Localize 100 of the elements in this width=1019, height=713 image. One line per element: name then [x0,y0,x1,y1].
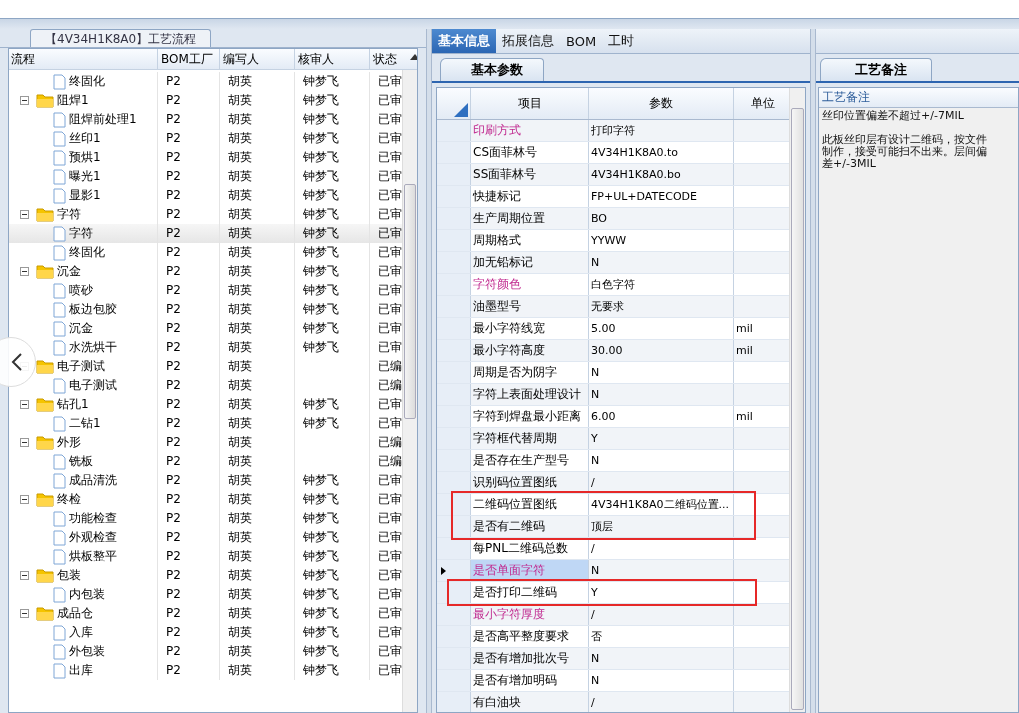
tree-item[interactable]: 外包装 [69,642,105,661]
tree-item[interactable]: 终检 [57,490,81,509]
table-row[interactable]: 是否有增加明码 N [437,670,790,692]
table-cell: 钟梦飞 [303,625,339,639]
tree-item[interactable]: 包装 [57,566,81,585]
table-row[interactable]: 印刷方式 打印字符 [437,120,790,142]
collapse-icon[interactable] [20,571,29,580]
tree-item[interactable]: 丝印1 [69,129,101,148]
tree-item[interactable]: 显影1 [69,186,101,205]
table-cell: 已编 [378,454,402,468]
table-row[interactable]: 每PNL二维码总数 / [437,538,790,560]
table-row[interactable]: 是否有增加批次号 N [437,648,790,670]
tree-item[interactable]: 喷砂 [69,281,93,300]
table-row[interactable]: 字符上表面处理设计 N [437,384,790,406]
column-header[interactable]: 状态 [369,49,406,69]
table-row[interactable]: 是否有二维码 顶层 [437,516,790,538]
tab[interactable]: 工时 [602,29,641,53]
tree-item[interactable]: 阻焊前处理1 [69,110,137,129]
tree-item[interactable]: 预烘1 [69,148,101,167]
collapse-icon[interactable] [20,210,29,219]
splitter[interactable] [426,29,432,713]
column-header[interactable]: BOM工厂 [157,49,219,69]
tree-item[interactable]: 电子测试 [57,357,105,376]
column-header[interactable]: 参数 [588,88,733,119]
tree-item[interactable]: 水洗烘干 [69,338,117,357]
table-row[interactable]: CS面菲林号 4V34H1K8A0.to [437,142,790,164]
table-cell: 胡英 [228,321,252,335]
table-cell: 胡英 [228,264,252,278]
tab[interactable]: 基本信息 [432,29,496,53]
scroll-up-icon[interactable] [410,54,418,60]
tree-item[interactable]: 铣板 [69,452,93,471]
tree-item[interactable]: 沉金 [69,319,93,338]
scrollbar[interactable] [789,88,805,712]
tab[interactable]: BOM [560,29,603,53]
column-header[interactable]: 项目 [470,88,588,119]
table-row[interactable]: 字符颜色 白色字符 [437,274,790,296]
collapse-icon[interactable] [20,438,29,447]
table-row[interactable]: 是否高平整度要求 否 [437,626,790,648]
row-header[interactable] [437,560,470,581]
table-row[interactable]: 最小字符厚度 / [437,604,790,626]
collapse-icon[interactable] [20,267,29,276]
panel-tab[interactable]: 工艺备注 [820,58,932,81]
tab[interactable]: 拓展信息 [496,29,560,53]
tree-item[interactable]: 外观检查 [69,528,117,547]
tree-item[interactable]: 入库 [69,623,93,642]
document-icon [53,130,66,147]
tree-item[interactable]: 字符 [57,205,81,224]
table-cell: P2 [166,112,181,126]
tree-item[interactable]: 成品清洗 [69,471,117,490]
table-row[interactable]: 加无铅标记 N [437,252,790,274]
column-header[interactable]: 工艺备注 [822,89,870,106]
tree-item[interactable]: 出库 [69,661,93,680]
chevron-left-icon [11,352,23,372]
tree-item[interactable]: 电子测试 [69,376,117,395]
table-row[interactable]: 有白油块 / [437,692,790,712]
collapse-icon[interactable] [20,495,29,504]
table-row[interactable]: 字符框代替周期 Y [437,428,790,450]
table-row[interactable]: 是否存在生产型号 N [437,450,790,472]
table-row[interactable]: 最小字符线宽 5.00 mil [437,318,790,340]
table-cell: 钟梦飞 [303,283,339,297]
table-cell: 生产周期位置 [470,208,588,229]
table-row[interactable]: 油墨型号 无要求 [437,296,790,318]
scrollbar[interactable] [402,70,418,712]
column-header[interactable]: 核审人 [294,49,369,69]
tree-item[interactable]: 内包装 [69,585,105,604]
table-row[interactable]: 生产周期位置 BO [437,208,790,230]
table-row[interactable]: 字符到焊盘最小距离 6.00 mil [437,406,790,428]
tree-item[interactable]: 曝光1 [69,167,101,186]
table-row[interactable]: SS面菲林号 4V34H1K8A0.bo [437,164,790,186]
tree-item[interactable]: 成品仓 [57,604,93,623]
table-row[interactable]: 周期是否为阴字 N [437,362,790,384]
collapse-icon[interactable] [20,400,29,409]
table-cell: 胡英 [228,625,252,639]
tree-item[interactable]: 二钻1 [69,414,101,433]
table-cell: 已审 [378,606,402,620]
tree-item[interactable]: 钻孔1 [57,395,89,414]
tree-item[interactable]: 终固化 [69,72,105,91]
table-cell: P2 [166,359,181,373]
tree-item[interactable]: 烘板整平 [69,547,117,566]
column-header[interactable]: 流程 [9,49,157,69]
table-row[interactable]: 周期格式 YYWW [437,230,790,252]
splitter[interactable] [810,29,816,713]
column-header[interactable]: 编写人 [219,49,294,69]
tree-item[interactable]: 外形 [57,433,81,452]
tree-item[interactable]: 字符 [69,224,93,243]
table-row[interactable]: 是否单面字符 N [437,560,790,582]
collapse-icon[interactable] [20,96,29,105]
table-row[interactable]: 识别码位置图纸 / [437,472,790,494]
tree-item[interactable]: 功能检查 [69,509,117,528]
table-row[interactable]: 最小字符高度 30.00 mil [437,340,790,362]
collapse-icon[interactable] [20,609,29,618]
panel-tab[interactable]: 【4V34H1K8A0】工艺流程 [30,29,212,47]
table-row[interactable]: 二维码位置图纸 4V34H1K8A0二维码位置... [437,494,790,516]
table-row[interactable]: 快捷标记 FP+UL+DATECODE [437,186,790,208]
tree-item[interactable]: 终固化 [69,243,105,262]
table-cell: 是否有增加明码 [470,670,588,691]
tree-item[interactable]: 阻焊1 [57,91,89,110]
tree-item[interactable]: 板边包胶 [69,300,117,319]
tree-item[interactable]: 沉金 [57,262,81,281]
panel-tab[interactable]: 基本参数 [440,58,544,81]
